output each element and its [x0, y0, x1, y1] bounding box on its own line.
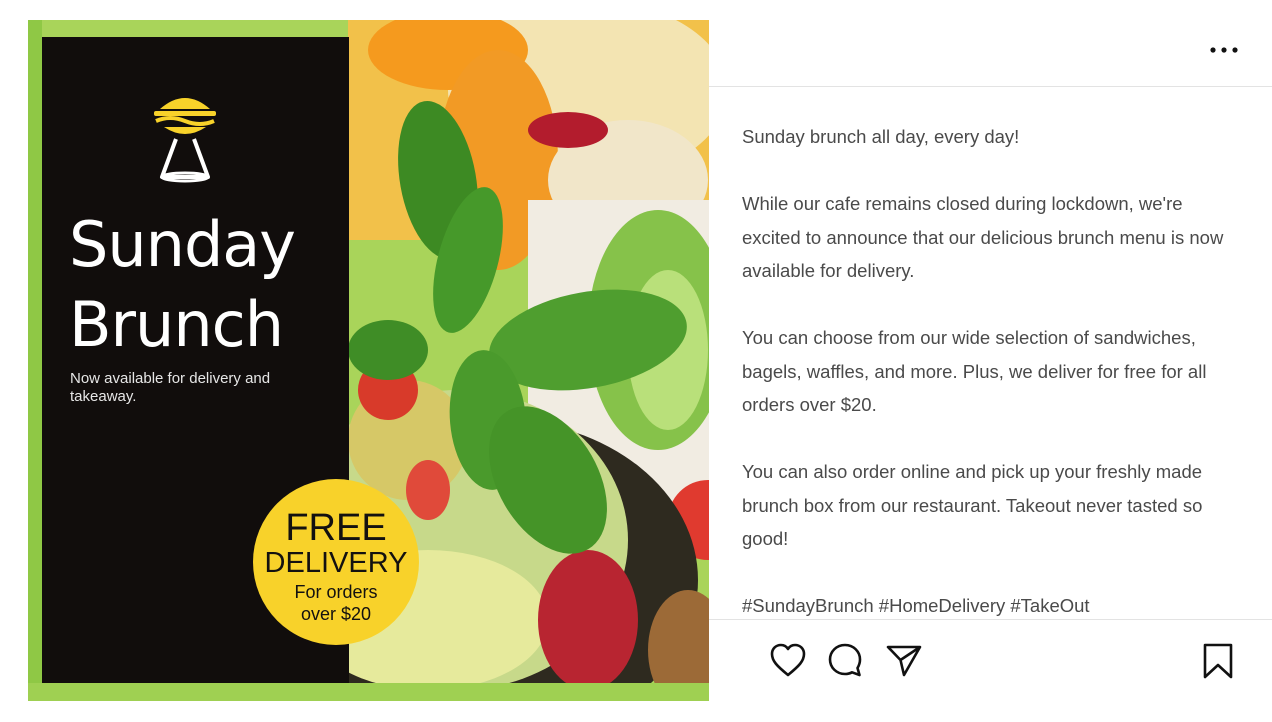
badge-line1: For orders — [294, 582, 378, 602]
poster-title-line1: Sunday — [69, 208, 296, 281]
promo-panel: Sunday Brunch Now available for delivery… — [42, 37, 419, 683]
comment-icon[interactable] — [826, 642, 864, 678]
caption-paragraph-2: While our cafe remains closed during loc… — [742, 193, 1224, 281]
bookmark-icon[interactable] — [1201, 642, 1235, 680]
badge-conditions: For orders over $20 — [253, 581, 419, 625]
send-icon[interactable] — [885, 642, 923, 678]
caption-paragraph-3: You can choose from our wide selection o… — [742, 327, 1207, 415]
post-header — [709, 20, 1272, 87]
poster-subtitle: Now available for delivery and takeaway. — [70, 370, 271, 405]
post-image: Sunday Brunch Now available for delivery… — [28, 20, 709, 701]
heart-icon[interactable] — [769, 642, 807, 678]
more-options-icon[interactable] — [1204, 40, 1244, 60]
caption-paragraph-4: You can also order online and pick up yo… — [742, 461, 1203, 549]
free-delivery-badge: FREE DELIVERY For orders over $20 — [253, 479, 419, 645]
badge-delivery: DELIVERY — [264, 547, 408, 579]
caption-hashtags[interactable]: #SundayBrunch #HomeDelivery #TakeOut — [742, 589, 1242, 618]
poster-title-line2: Brunch — [69, 288, 284, 361]
badge-line2: over $20 — [300, 604, 372, 624]
badge-free: FREE — [285, 507, 387, 549]
burger-lamp-icon — [154, 98, 216, 183]
poster-title: Sunday Brunch — [69, 205, 339, 365]
post-actions — [709, 619, 1272, 702]
post-caption: Sunday brunch all day, every day! While … — [742, 120, 1242, 618]
caption-paragraph-1: Sunday brunch all day, every day! — [742, 126, 1020, 147]
